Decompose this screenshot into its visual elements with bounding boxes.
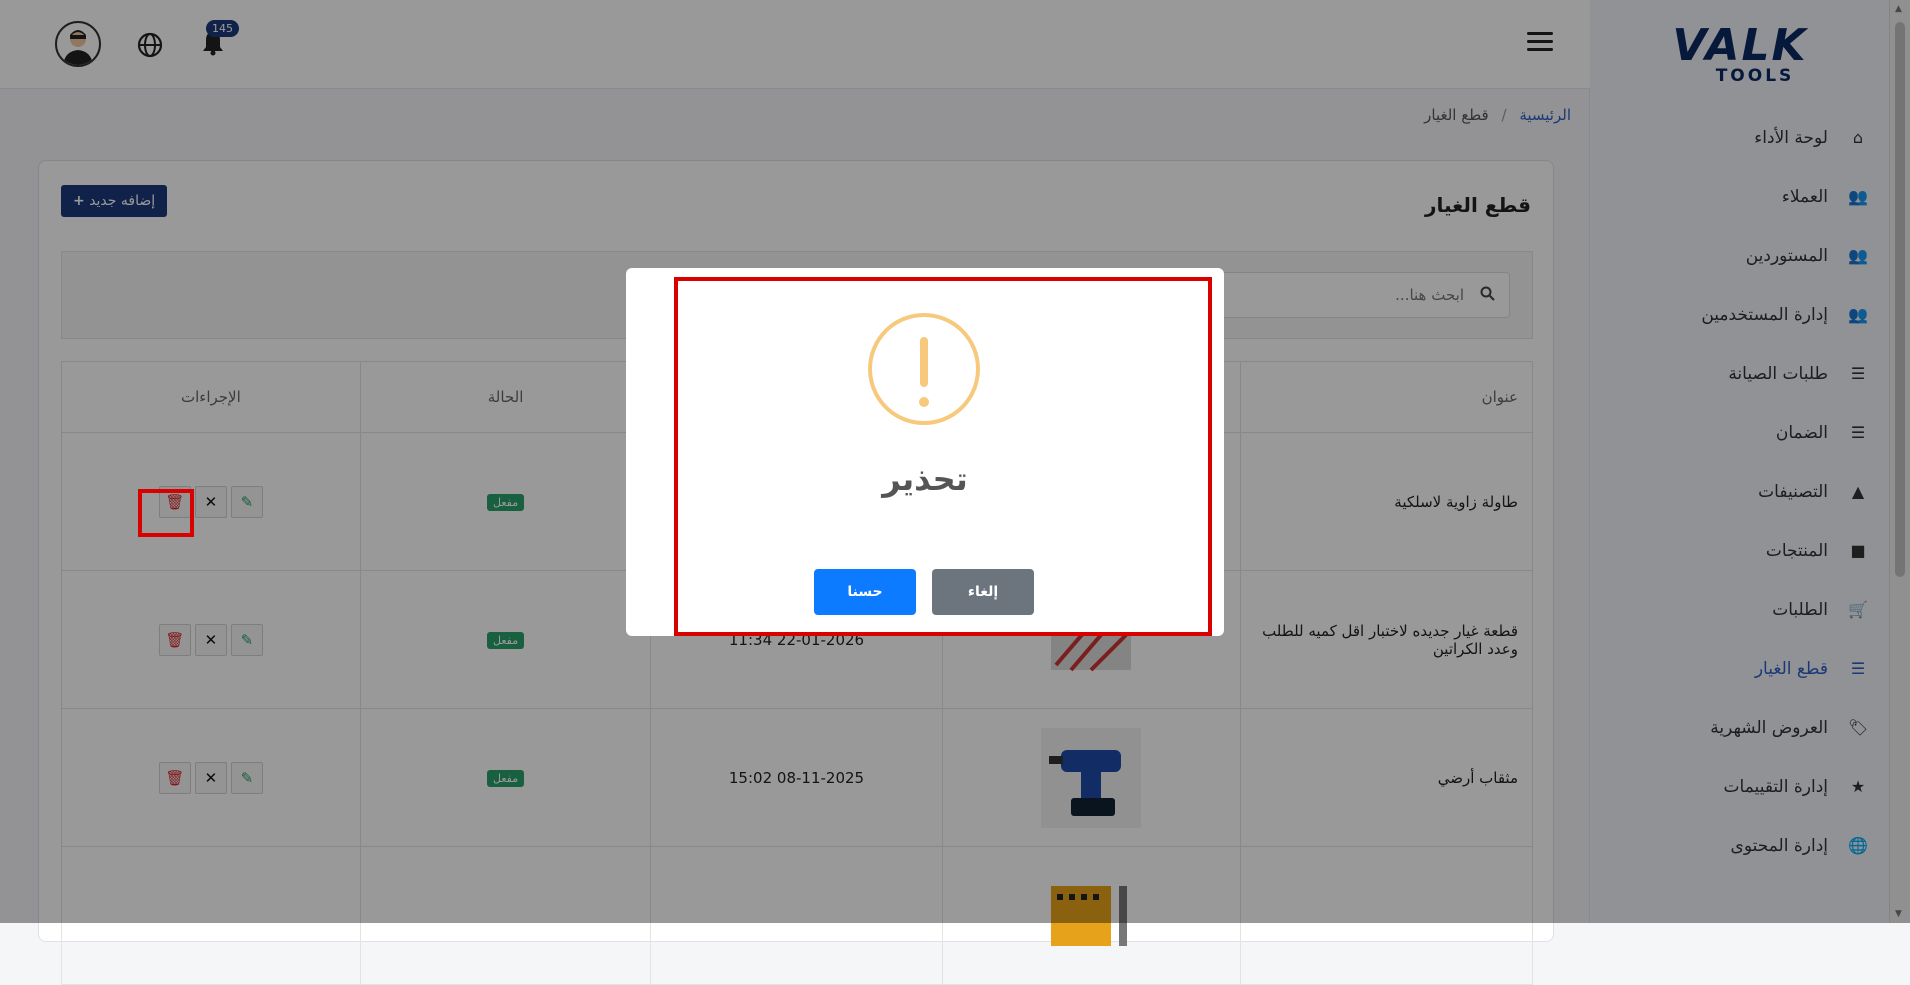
highlight-delete-button (138, 489, 194, 537)
highlight-dialog (674, 277, 1212, 636)
